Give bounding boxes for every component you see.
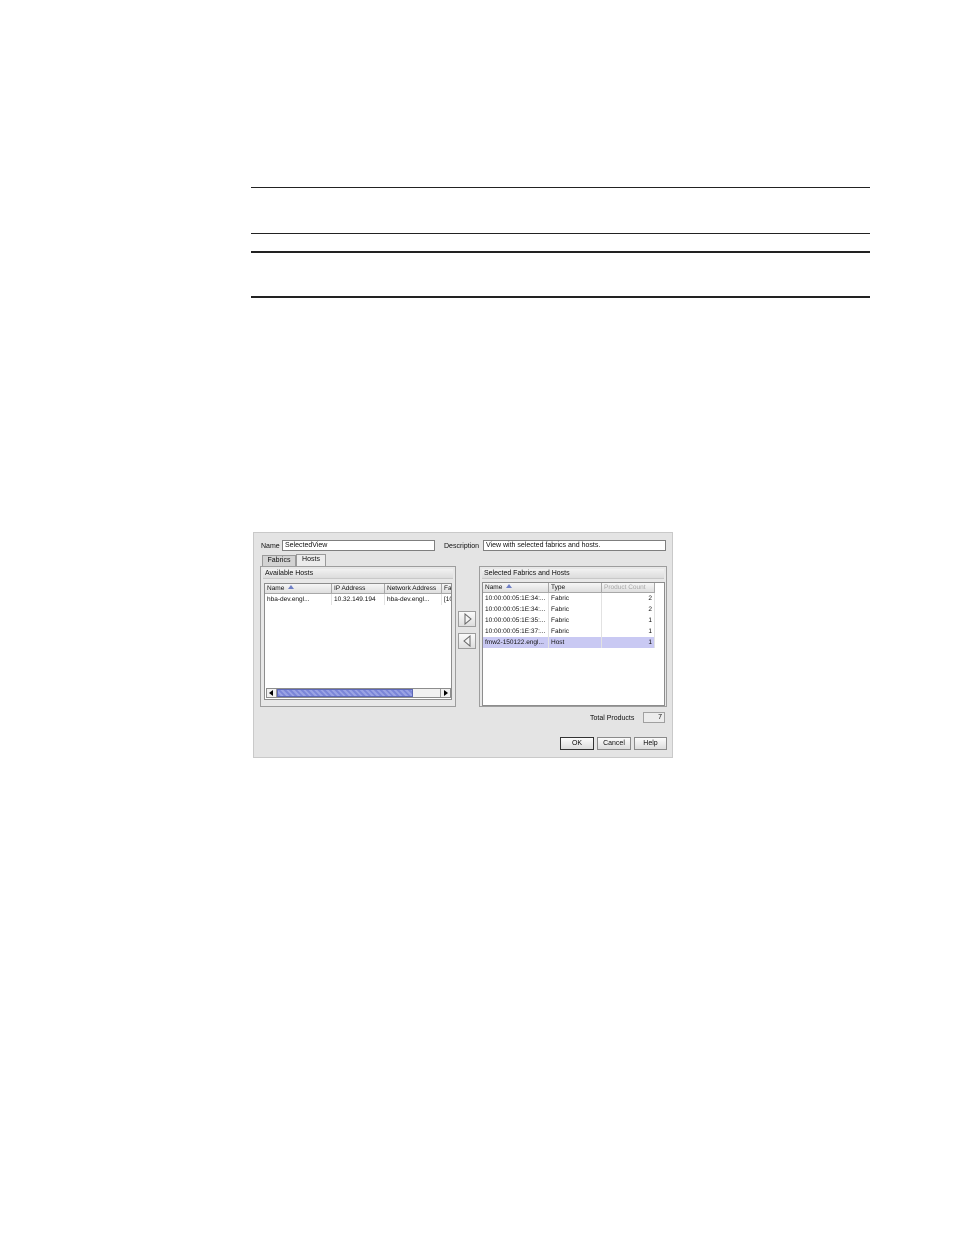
column-header-ip-address[interactable]: IP Address	[332, 584, 385, 594]
cell-network-address: hba-dev.engl...	[385, 594, 442, 605]
cell-product-count: 1	[602, 637, 655, 648]
cell-name: 10:00:00:05:1E:37:...	[483, 626, 549, 637]
cell-product-count: 2	[602, 593, 655, 604]
mid-rule-2	[251, 251, 870, 253]
available-hosts-table: Name IP Address Network Address Fal hba-…	[264, 583, 452, 700]
name-label: Name	[261, 543, 280, 550]
arrow-left-icon	[463, 634, 471, 648]
cell-type: Fabric	[549, 615, 602, 626]
table-row[interactable]: 10:00:00:05:1E:37:... Fabric 1	[483, 626, 655, 637]
table-row-selected[interactable]: fmw2-150122.engl... Host 1	[483, 637, 655, 648]
help-button[interactable]: Help	[634, 737, 667, 750]
available-hosts-title: Available Hosts	[263, 569, 453, 579]
cell-product-count: 1	[602, 615, 655, 626]
selected-fabrics-hosts-title: Selected Fabrics and Hosts	[482, 569, 664, 579]
cell-name: 10:00:00:05:1E:34:...	[483, 593, 549, 604]
selected-fabrics-hosts-table: Name Type Product Count 10:00:00:05:1E:3…	[482, 582, 665, 706]
total-products-label: Total Products	[590, 715, 635, 722]
sort-ascending-icon	[506, 584, 513, 588]
arrow-right-icon	[464, 612, 472, 626]
table-row[interactable]: 10:00:00:05:1E:34:... Fabric 2	[483, 593, 655, 604]
horizontal-scrollbar[interactable]	[266, 688, 451, 698]
add-to-selected-button[interactable]	[458, 611, 476, 627]
name-input[interactable]: SelectedView	[282, 540, 435, 551]
cell-type: Fabric	[549, 604, 602, 615]
scroll-thumb[interactable]	[277, 689, 413, 697]
bottom-rule	[251, 296, 870, 298]
column-header-type[interactable]: Type	[549, 583, 602, 593]
selected-fabrics-hosts-panel: Selected Fabrics and Hosts Name Type Pro…	[479, 566, 667, 707]
total-products-value: 7	[643, 712, 665, 723]
cell-host-name: hba-dev.engl...	[265, 594, 332, 605]
scroll-left-icon[interactable]	[267, 689, 277, 697]
column-header-network-address[interactable]: Network Address	[385, 584, 442, 594]
column-header-name[interactable]: Name	[265, 584, 332, 594]
cell-fabric: [10	[442, 594, 451, 605]
cell-type: Host	[549, 637, 602, 648]
description-input[interactable]: View with selected fabrics and hosts.	[483, 540, 666, 551]
table-row[interactable]: 10:00:00:05:1E:34:... Fabric 2	[483, 604, 655, 615]
description-label: Description	[444, 543, 480, 550]
cell-name: 10:00:00:05:1E:35:...	[483, 615, 549, 626]
scroll-right-icon[interactable]	[440, 689, 450, 697]
top-rule	[251, 187, 870, 188]
cell-ip-address: 10.32.149.194	[332, 594, 385, 605]
cancel-button[interactable]: Cancel	[597, 737, 631, 750]
cell-name: 10:00:00:05:1E:34:...	[483, 604, 549, 615]
column-header-fabric[interactable]: Fal	[442, 584, 451, 594]
cell-type: Fabric	[549, 626, 602, 637]
create-view-dialog: Name SelectedView Description View with …	[253, 532, 673, 758]
table-row[interactable]: 10:00:00:05:1E:35:... Fabric 1	[483, 615, 655, 626]
sort-ascending-icon	[288, 585, 295, 589]
cell-product-count: 1	[602, 626, 655, 637]
table-row[interactable]: hba-dev.engl... 10.32.149.194 hba-dev.en…	[265, 594, 451, 605]
column-header-name[interactable]: Name	[483, 583, 549, 593]
cell-product-count: 2	[602, 604, 655, 615]
cell-name: fmw2-150122.engl...	[483, 637, 549, 648]
tab-fabrics[interactable]: Fabrics	[262, 555, 296, 566]
remove-from-selected-button[interactable]	[458, 633, 476, 649]
mid-rule-1	[251, 233, 870, 234]
ok-button[interactable]: OK	[560, 737, 594, 750]
column-header-product-count[interactable]: Product Count	[602, 583, 655, 593]
available-hosts-panel: Available Hosts Name IP Address Network …	[260, 566, 456, 707]
cell-type: Fabric	[549, 593, 602, 604]
tab-hosts[interactable]: Hosts	[296, 554, 326, 566]
